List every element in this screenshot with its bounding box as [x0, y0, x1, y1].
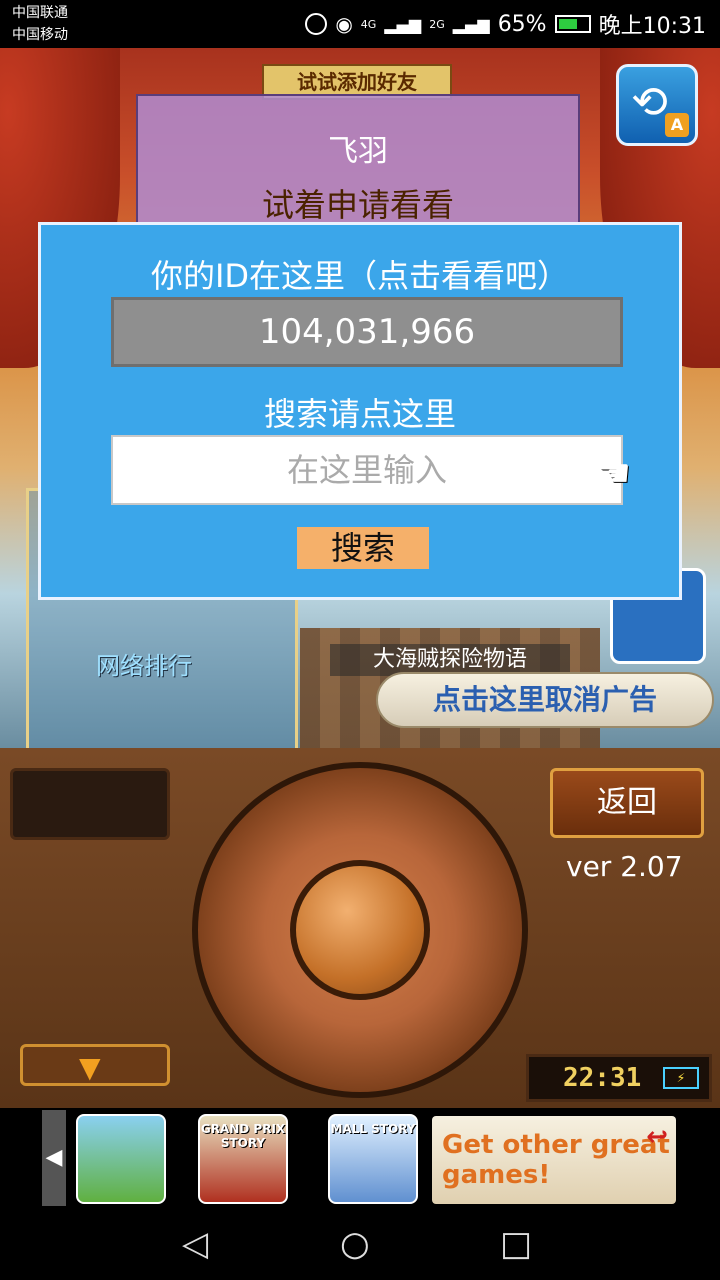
ad-prev-arrow-icon[interactable]: ◀ [42, 1110, 66, 1206]
signal-2-icon: ▂▄▆ [452, 14, 490, 34]
return-arrow-icon: ↩ [646, 1122, 668, 1152]
friend-search-dialog: 你的ID在这里（点击看看吧） 104,031,966 搜索请点这里 ☚ 搜索 [38, 222, 682, 600]
more-games-banner[interactable]: Get other great games! ↩ [432, 1116, 676, 1204]
carrier-2: 中国移动 [12, 27, 68, 43]
console-panel: 返回 ver 2.07 ▼ 22:31 ⚡ [0, 748, 720, 1108]
pointing-hand-icon: ☚ [597, 451, 632, 495]
arrow-down-icon: ▼ [79, 1051, 101, 1084]
search-button[interactable]: 搜索 [297, 527, 429, 569]
game-clock-time: 22:31 [563, 1063, 642, 1093]
friend-hint: 试着申请看看 [261, 186, 454, 224]
ad-tile-grand-prix-title: GRAND PRIX STORY [200, 1122, 286, 1150]
eye-icon: ◉ [335, 12, 353, 36]
ad-tile-grand-prix[interactable]: GRAND PRIX STORY [198, 1114, 288, 1204]
game-clock: 22:31 ⚡ [526, 1054, 712, 1102]
dpad-center-button[interactable] [290, 860, 430, 1000]
alarm-icon [305, 13, 328, 35]
network-2: 2G [429, 17, 445, 31]
nav-bar: ◁ ○ □ [0, 1210, 720, 1280]
nav-back-icon[interactable]: ◁ [182, 1224, 208, 1264]
cancel-ad-button[interactable]: 点击这里取消广告 [376, 672, 714, 728]
nav-recents-icon[interactable]: □ [500, 1224, 532, 1264]
network-1: 4G [360, 17, 377, 31]
more-games-text: Get other great games! [442, 1130, 670, 1190]
battery-percent: 65% [497, 11, 547, 37]
globe-sync-icon: ⟲ [631, 77, 668, 128]
ad-tile-mall-story-title: MALL STORY [330, 1122, 416, 1136]
clock-time: 晚上10:31 [598, 14, 706, 39]
friend-name: 飞羽 [328, 134, 388, 169]
sync-account-button[interactable]: ⟲ A [616, 64, 698, 146]
ad-tile-mall-story[interactable]: MALL STORY [328, 1114, 418, 1204]
ad-tile-castle[interactable] [76, 1114, 166, 1204]
version-label: ver 2.07 [566, 850, 683, 883]
ad-bar: ◀ GRAND PRIX STORY MALL STORY Get other … [0, 1108, 720, 1210]
battery-icon [554, 15, 591, 33]
carrier-1: 中国联通 [12, 5, 68, 21]
signal-1-icon: ▂▄▆ [384, 14, 422, 34]
status-bar: 中国联通 中国移动 ◉ 4G ▂▄▆ 2G ▂▄▆ 65% 晚上10:31 [0, 0, 720, 48]
status-right: ◉ 4G ▂▄▆ 2G ▂▄▆ 65% 晚上10:31 [305, 8, 706, 40]
battery-charging-icon: ⚡ [663, 1067, 699, 1089]
ranking-label[interactable]: 网络排行 [96, 646, 192, 681]
console-screen [10, 768, 170, 840]
id-prompt[interactable]: 你的ID在这里（点击看看吧） [41, 251, 679, 297]
back-button[interactable]: 返回 [550, 768, 704, 838]
player-id-box[interactable]: 104,031,966 [111, 297, 623, 367]
a-badge-icon: A [665, 113, 689, 137]
search-prompt: 搜索请点这里 [263, 395, 456, 433]
menu-down-button[interactable]: ▼ [20, 1044, 170, 1086]
nav-home-icon[interactable]: ○ [340, 1224, 370, 1264]
search-input[interactable] [111, 435, 623, 505]
